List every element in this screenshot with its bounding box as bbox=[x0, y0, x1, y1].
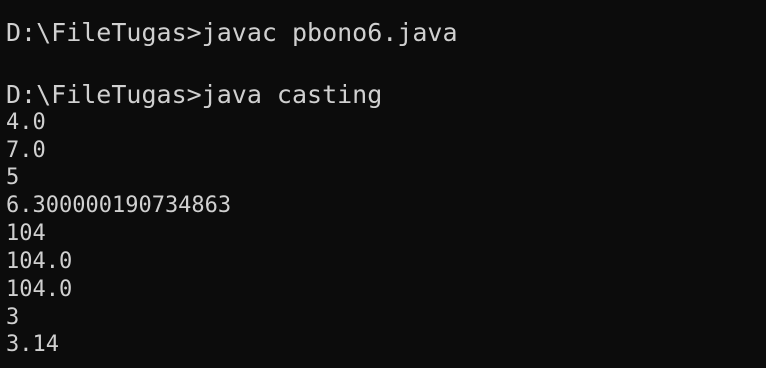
output-line: 104.0 bbox=[6, 277, 73, 302]
output-line: 3 bbox=[6, 305, 20, 330]
output-line: 104 bbox=[6, 221, 46, 246]
output-line: 7.0 bbox=[6, 138, 46, 163]
output-line: 3.14 bbox=[6, 332, 59, 357]
image-border-right bbox=[766, 0, 774, 373]
command-line-javac: D:\FileTugas>javac pbono6.java bbox=[6, 18, 458, 47]
image-border-bottom bbox=[0, 368, 774, 373]
output-line: 6.300000190734863 bbox=[6, 193, 232, 218]
output-line: 4.0 bbox=[6, 110, 46, 135]
output-line: 104.0 bbox=[6, 249, 73, 274]
output-line: 5 bbox=[6, 165, 20, 190]
terminal-window[interactable]: D:\FileTugas>javac pbono6.java D:\FileTu… bbox=[0, 0, 766, 368]
command-line-java: D:\FileTugas>java casting bbox=[6, 80, 383, 109]
